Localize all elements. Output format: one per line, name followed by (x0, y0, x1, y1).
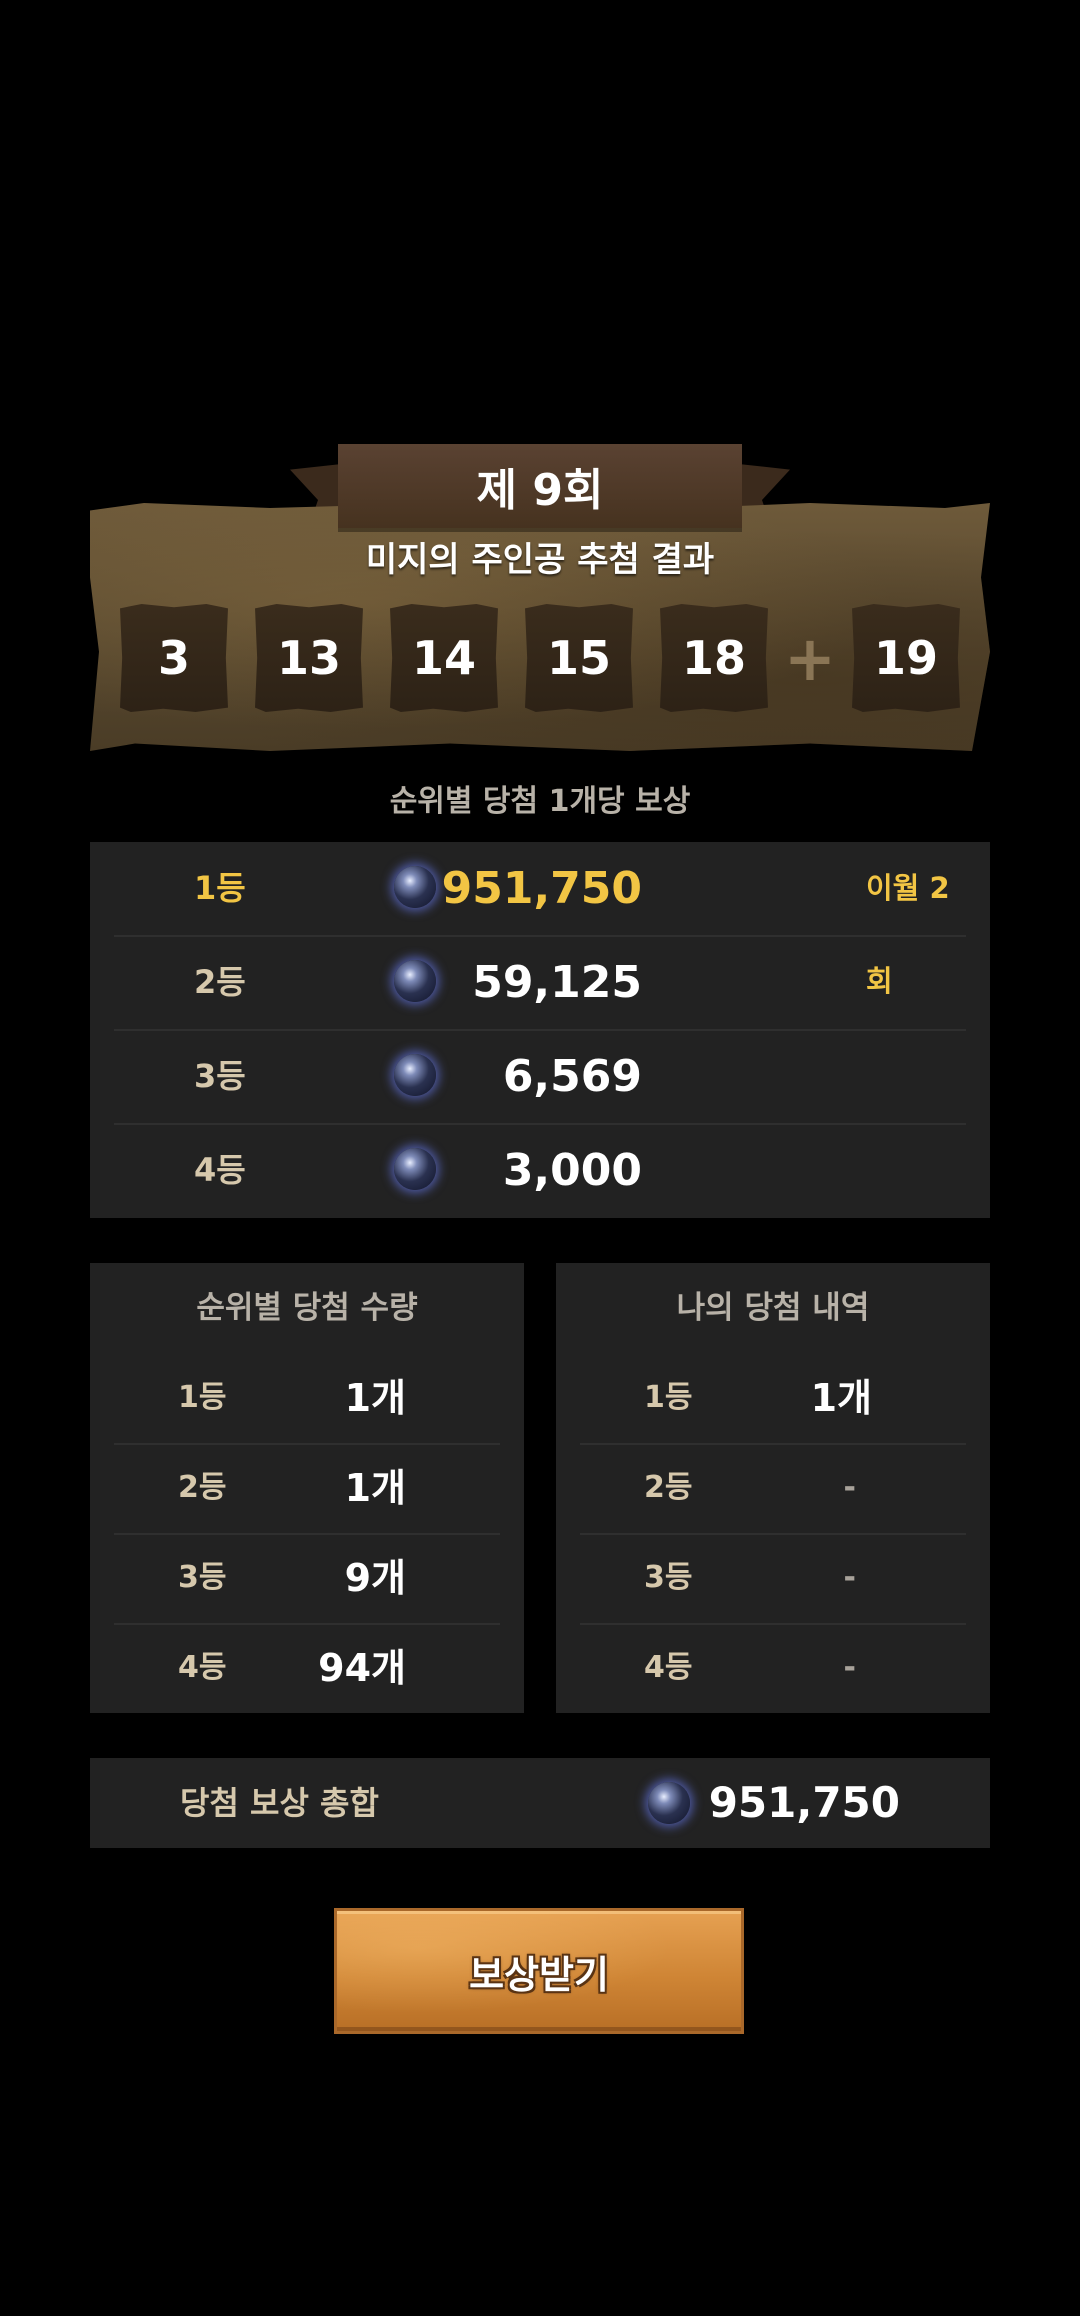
rank-label: 1등 (178, 1380, 227, 1415)
winning-number: 15 (525, 604, 633, 712)
crystal-orb-icon (394, 1148, 436, 1190)
history-value: - (843, 1560, 856, 1595)
winning-number: 13 (255, 604, 363, 712)
reward-row-4: 4등 3,000 (114, 1124, 966, 1217)
count-row: 1등 1개 (114, 1353, 500, 1445)
rank-label: 2등 (194, 963, 246, 1001)
claim-reward-button[interactable]: 보상받기 (334, 1908, 744, 2034)
crystal-orb-icon (394, 960, 436, 1002)
count-row: 4등 94개 (114, 1623, 500, 1713)
rank-label: 3등 (178, 1560, 227, 1595)
history-value: - (843, 1650, 856, 1685)
rank-label: 4등 (194, 1151, 246, 1189)
round-label: 제 9회 (338, 444, 742, 528)
reward-amount: 59,125 (472, 957, 642, 1008)
history-row: 4등 - (580, 1623, 966, 1713)
history-row: 1등 1개 (580, 1353, 966, 1445)
carryover-badge: 이월 2회 (866, 871, 950, 998)
history-value: - (843, 1470, 856, 1505)
count-row: 2등 1개 (114, 1443, 500, 1535)
crystal-orb-icon (648, 1782, 690, 1824)
history-row: 3등 - (580, 1533, 966, 1625)
draw-title: 미지의 주인공 추첨 결과 (365, 540, 715, 580)
count-value: 94개 (318, 1646, 406, 1690)
rank-label: 1등 (194, 869, 246, 907)
bonus-number: 19 (852, 604, 960, 712)
reward-table: 1등 951,750 이월 2회 2등 59,125 3등 6,569 4등 3… (90, 842, 990, 1218)
rank-label: 3등 (194, 1057, 246, 1095)
crystal-orb-icon (394, 866, 436, 908)
panel-title: 나의 당첨 내역 (676, 1290, 870, 1326)
count-value: 9개 (344, 1556, 406, 1600)
count-value: 1개 (344, 1376, 406, 1420)
reward-heading: 순위별 당첨 1개당 보상 (389, 784, 691, 819)
history-row: 2등 - (580, 1443, 966, 1535)
reward-row-2: 2등 59,125 (114, 936, 966, 1031)
rank-label: 2등 (178, 1470, 227, 1505)
win-count-panel: 순위별 당첨 수량 1등 1개 2등 1개 3등 9개 4등 94개 (90, 1263, 524, 1713)
reward-amount: 951,750 (441, 863, 642, 914)
reward-amount: 6,569 (502, 1051, 642, 1102)
reward-row-1: 1등 951,750 이월 2회 (114, 842, 966, 998)
history-value: 1개 (810, 1376, 872, 1420)
panel-title: 순위별 당첨 수량 (196, 1290, 418, 1326)
winning-number: 3 (120, 604, 228, 712)
count-row: 3등 9개 (114, 1533, 500, 1625)
rank-label: 4등 (644, 1650, 693, 1685)
total-reward-bar: 당첨 보상 총합 951,750 (90, 1758, 990, 1848)
rank-label: 2등 (644, 1470, 693, 1505)
plus-icon: + (784, 621, 836, 695)
winning-number: 14 (390, 604, 498, 712)
total-label: 당첨 보상 총합 (180, 1784, 379, 1822)
total-value: 951,750 (708, 1778, 900, 1827)
rank-label: 4등 (178, 1650, 227, 1685)
reward-row-3: 3등 6,569 (114, 1030, 966, 1125)
rank-label: 1등 (644, 1380, 693, 1415)
winning-number: 18 (660, 604, 768, 712)
winning-numbers: 3 13 14 15 18 + 19 (0, 604, 1080, 716)
crystal-orb-icon (394, 1054, 436, 1096)
count-value: 1개 (344, 1466, 406, 1510)
reward-amount: 3,000 (502, 1145, 642, 1196)
my-win-history-panel: 나의 당첨 내역 1등 1개 2등 - 3등 - 4등 - (556, 1263, 990, 1713)
rank-label: 3등 (644, 1560, 693, 1595)
